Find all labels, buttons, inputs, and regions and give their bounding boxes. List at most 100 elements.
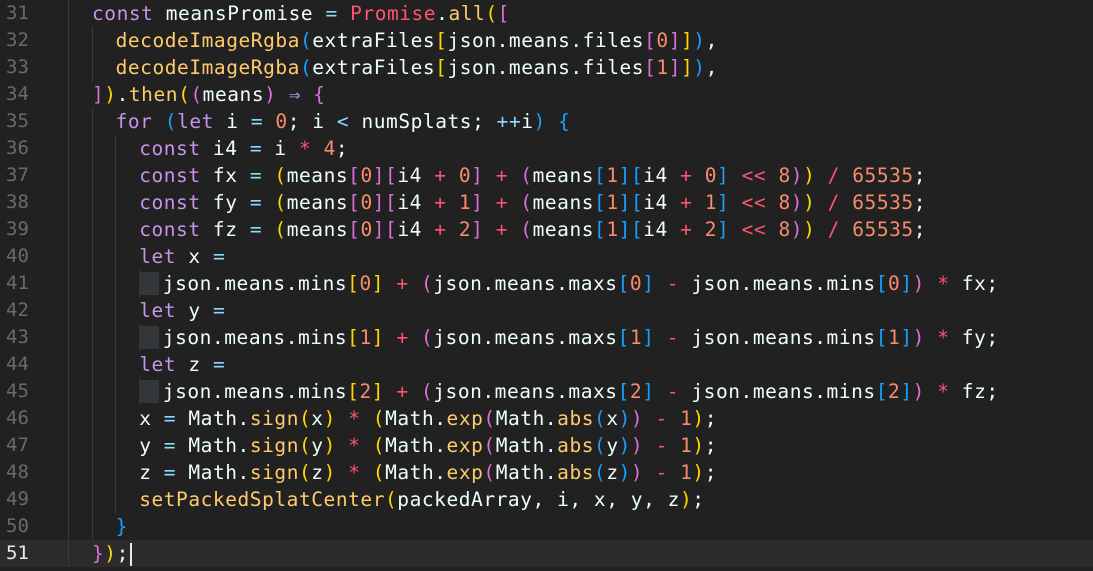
code-token: Math. — [176, 407, 250, 430]
code-token: x — [176, 245, 213, 268]
code-text[interactable]: decodeImageRgba(extraFiles[json.means.fi… — [116, 54, 718, 81]
code-line[interactable]: 43 json.means.mins[1] + (json.means.maxs[… — [0, 324, 1093, 351]
code-token: y — [176, 299, 213, 322]
code-text[interactable]: const i4 = i * 4; — [139, 135, 348, 162]
code-text[interactable]: const fx = (means[0][i4 + 0] + (means[1]… — [139, 162, 926, 189]
code-line[interactable]: 45 json.means.mins[2] + (json.means.maxs[… — [0, 378, 1093, 405]
line-number: 40 — [6, 245, 29, 267]
code-token: ( — [594, 407, 607, 430]
code-line[interactable]: 36 const i4 = i * 4; — [0, 135, 1093, 162]
indent-guide — [91, 378, 93, 405]
line-number: 42 — [6, 299, 29, 321]
code-line[interactable]: 34]).then((means) ⇒ { — [0, 81, 1093, 108]
code-line[interactable]: 51}); — [0, 540, 1093, 567]
code-token: sign — [249, 407, 299, 430]
code-token: ) — [693, 56, 706, 79]
code-line[interactable]: 37 const fx = (means[0][i4 + 0] + (means[… — [0, 162, 1093, 189]
code-token: ] — [92, 83, 105, 106]
code-token: i4 — [643, 218, 681, 241]
code-text[interactable]: json.means.mins[2] + (json.means.maxs[2]… — [163, 378, 999, 405]
code-line[interactable]: 47 y = Math.sign(y) * (Math.exp(Math.abs(… — [0, 432, 1093, 459]
code-text[interactable]: y = Math.sign(y) * (Math.exp(Math.abs(y)… — [139, 432, 717, 459]
code-token: + — [495, 191, 508, 214]
code-text[interactable]: x = Math.sign(x) * (Math.exp(Math.abs(x)… — [139, 405, 717, 432]
code-token: ( — [190, 83, 203, 106]
code-token: ) — [533, 110, 546, 133]
code-token: = — [249, 218, 263, 241]
code-line[interactable]: 46 x = Math.sign(x) * (Math.exp(Math.abs(… — [0, 405, 1093, 432]
code-line[interactable]: 33 decodeImageRgba(extraFiles[json.means.… — [0, 54, 1093, 81]
code-token: ) — [618, 461, 631, 484]
code-line[interactable]: 41 json.means.mins[0] + (json.means.maxs[… — [0, 270, 1093, 297]
code-token: [ — [435, 56, 448, 79]
code-token: json.means.maxs — [433, 272, 618, 295]
code-token: i — [521, 110, 534, 133]
code-text[interactable]: let z = — [139, 351, 225, 378]
code-line[interactable]: 50} — [0, 513, 1093, 540]
code-token: 8 — [778, 218, 791, 241]
indent-guide — [91, 27, 93, 54]
code-line[interactable]: 39 const fz = (means[0][i4 + 2] + (means[… — [0, 216, 1093, 243]
code-token: * — [937, 326, 950, 349]
code-text[interactable]: setPackedSplatCenter(packedArray, i, x, … — [139, 486, 704, 513]
code-line[interactable]: 32 decodeImageRgba(extraFiles[json.means.… — [0, 27, 1093, 54]
code-token: means — [286, 164, 349, 187]
code-token: ) — [630, 407, 644, 430]
code-text[interactable]: z = Math.sign(z) * (Math.exp(Math.abs(z)… — [139, 459, 717, 486]
code-line[interactable]: 44 let z = — [0, 351, 1093, 378]
code-line[interactable]: 48 z = Math.sign(z) * (Math.exp(Math.abs(… — [0, 459, 1093, 486]
code-text[interactable]: }); — [92, 540, 132, 567]
code-text[interactable]: let y = — [139, 297, 225, 324]
code-token: 0 — [656, 29, 669, 52]
indent-guide — [115, 243, 117, 270]
code-text[interactable]: } — [116, 513, 128, 540]
code-token: 0 — [360, 218, 373, 241]
code-text[interactable]: const meansPromise = Promise.all([ — [92, 0, 510, 27]
code-line[interactable]: 35 for (let i = 0; i < numSplats; ++i) { — [0, 108, 1093, 135]
code-token: ] — [371, 380, 385, 403]
line-number: 31 — [6, 2, 29, 24]
code-token: 2 — [888, 380, 901, 403]
code-token: Promise — [350, 2, 437, 25]
code-token: json.means.mins — [679, 326, 876, 349]
code-line[interactable]: 40 let x = — [0, 243, 1093, 270]
code-line[interactable]: 38 const fy = (means[0][i4 + 1] + (means[… — [0, 189, 1093, 216]
code-line[interactable]: 31 const meansPromise = Promise.all([ — [0, 0, 1093, 27]
code-line[interactable]: 49 setPackedSplatCenter(packedArray, i, x… — [0, 486, 1093, 513]
code-text[interactable]: ]).then((means) ⇒ { — [92, 81, 326, 108]
code-token: for — [115, 110, 153, 133]
code-token: json.means.mins — [162, 326, 348, 349]
code-token: [ — [347, 272, 360, 295]
code-token: json.means.mins — [679, 380, 876, 403]
indent-guide — [91, 459, 93, 486]
code-text[interactable]: json.means.mins[0] + (json.means.maxs[0]… — [163, 270, 999, 297]
code-token: [ — [347, 380, 360, 403]
code-token: json.means.maxs — [433, 326, 618, 349]
code-token: + — [396, 380, 409, 403]
indent-guide — [68, 216, 69, 243]
code-token: ] — [668, 56, 681, 79]
code-text[interactable]: const fz = (means[0][i4 + 2] + (means[1]… — [139, 216, 926, 243]
code-line[interactable]: 42 let y = — [0, 297, 1093, 324]
code-token: ) — [618, 434, 631, 457]
code-text[interactable]: let x = — [139, 243, 225, 270]
code-text[interactable]: const fy = (means[0][i4 + 1] + (means[1]… — [139, 189, 926, 216]
code-text[interactable]: json.means.mins[1] + (json.means.maxs[1]… — [163, 324, 999, 351]
code-token: 1 — [704, 191, 717, 214]
code-text[interactable]: decodeImageRgba(extraFiles[json.means.fi… — [116, 27, 718, 54]
code-token: ; — [335, 137, 349, 160]
code-token: ( — [274, 191, 287, 214]
code-text[interactable]: for (let i = 0; i < numSplats; ++i) { — [116, 108, 571, 135]
code-editor[interactable]: 31 const meansPromise = Promise.all([32 de… — [0, 0, 1093, 571]
indent-guide — [115, 432, 117, 459]
indent-guide — [91, 324, 93, 351]
